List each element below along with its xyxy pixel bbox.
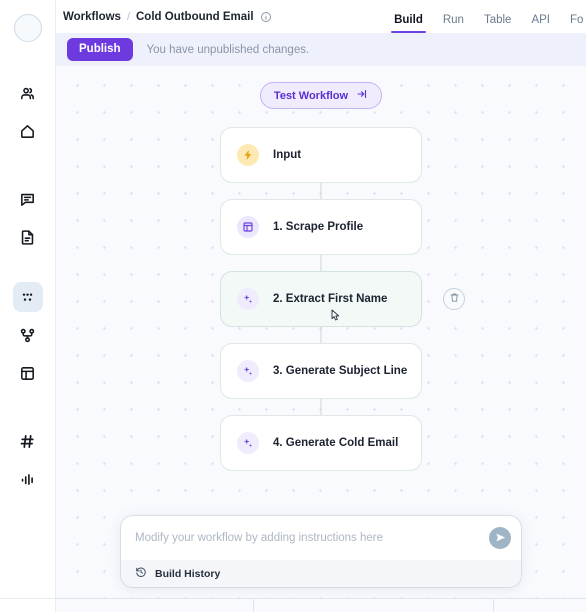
- tab-bar: Build Run Table API Fo: [391, 0, 586, 33]
- breadcrumb-separator: /: [126, 10, 130, 23]
- build-history-row[interactable]: Build History: [121, 560, 521, 587]
- sidebar-item-chat[interactable]: [13, 184, 43, 214]
- test-workflow-button[interactable]: Test Workflow: [259, 82, 383, 109]
- workflow-node-input[interactable]: Input: [220, 127, 422, 183]
- node-label: 4. Generate Cold Email: [273, 437, 399, 449]
- arrow-into-bar-icon: [356, 88, 368, 103]
- workflow-graph: Test Workflow Input 1. Scrape Profile 2.…: [56, 66, 586, 471]
- sidebar-item-hash[interactable]: [13, 426, 43, 456]
- delete-node-button[interactable]: [443, 288, 465, 310]
- workflow-node-extract-first-name[interactable]: 2. Extract First Name: [220, 271, 465, 327]
- sidebar-item-document[interactable]: [13, 222, 43, 252]
- left-rail: [0, 0, 56, 612]
- breadcrumb-current[interactable]: Cold Outbound Email: [136, 11, 254, 23]
- info-icon[interactable]: [260, 11, 272, 23]
- tab-run[interactable]: Run: [443, 14, 464, 33]
- test-workflow-label: Test Workflow: [273, 89, 349, 102]
- avatar[interactable]: [13, 14, 42, 42]
- users-icon: [19, 85, 36, 102]
- bars-icon: [19, 471, 36, 488]
- chat-icon: [19, 191, 36, 208]
- sidebar-item-workflows[interactable]: [12, 282, 43, 312]
- publish-bar: Publish You have unpublished changes.: [56, 33, 586, 66]
- publish-button[interactable]: Publish: [67, 37, 133, 62]
- node-label: 1. Scrape Profile: [273, 221, 364, 233]
- sidebar-item-users[interactable]: [13, 78, 43, 108]
- tab-build[interactable]: Build: [391, 14, 426, 33]
- workflow-node-scrape-profile[interactable]: 1. Scrape Profile: [220, 199, 422, 255]
- sparkle-icon: [237, 360, 259, 382]
- breadcrumb: Workflows / Cold Outbound Email: [63, 11, 272, 23]
- hash-icon: [19, 433, 36, 450]
- workflow-builder-app: Workflows / Cold Outbound Email Build Ru…: [0, 0, 586, 612]
- sidebar-item-analytics[interactable]: [13, 464, 43, 494]
- home-icon: [19, 123, 36, 140]
- node-label: 2. Extract First Name: [273, 293, 388, 305]
- zap-icon: [237, 144, 259, 166]
- document-icon: [19, 229, 36, 246]
- node-wrapper: 3. Generate Subject Line: [220, 343, 422, 420]
- trash-icon: [449, 290, 460, 308]
- send-button[interactable]: [489, 527, 511, 549]
- tab-table[interactable]: Table: [484, 14, 512, 33]
- layout-icon: [19, 365, 36, 382]
- sparkle-icon: [237, 288, 259, 310]
- workflow-canvas[interactable]: Test Workflow Input 1. Scrape Profile 2.…: [56, 66, 586, 612]
- top-bar: Workflows / Cold Outbound Email Build Ru…: [56, 0, 586, 33]
- workflow-node-generate-subject-line[interactable]: 3. Generate Subject Line: [220, 343, 422, 399]
- sparkle-icon: [237, 432, 259, 454]
- branch-icon: [19, 327, 36, 344]
- breadcrumb-root[interactable]: Workflows: [63, 11, 121, 23]
- sidebar-item-home[interactable]: [13, 116, 43, 146]
- browser-icon: [237, 216, 259, 238]
- unpublished-changes-message: You have unpublished changes.: [146, 43, 310, 56]
- history-icon: [135, 565, 147, 583]
- node-label: 3. Generate Subject Line: [273, 365, 408, 377]
- node-wrapper: Input: [220, 127, 422, 204]
- sidebar-item-layout[interactable]: [13, 358, 43, 388]
- workflow-node-generate-cold-email[interactable]: 4. Generate Cold Email: [220, 415, 422, 471]
- node-wrapper: 2. Extract First Name: [220, 271, 465, 348]
- prompt-row: [121, 516, 521, 560]
- node-wrapper: 4. Generate Cold Email: [220, 415, 422, 471]
- send-icon: [495, 531, 506, 546]
- build-history-label: Build History: [155, 567, 221, 580]
- node-label: Input: [273, 149, 302, 161]
- prompt-panel: Build History: [121, 516, 521, 587]
- tab-api[interactable]: API: [531, 14, 550, 33]
- workflow-instructions-input[interactable]: [135, 532, 481, 544]
- dots-grid-icon: [19, 289, 36, 306]
- sidebar-item-branch[interactable]: [13, 320, 43, 350]
- tab-forms[interactable]: Fo: [570, 14, 584, 33]
- node-wrapper: 1. Scrape Profile: [220, 199, 422, 276]
- main-column: Workflows / Cold Outbound Email Build Ru…: [56, 0, 586, 612]
